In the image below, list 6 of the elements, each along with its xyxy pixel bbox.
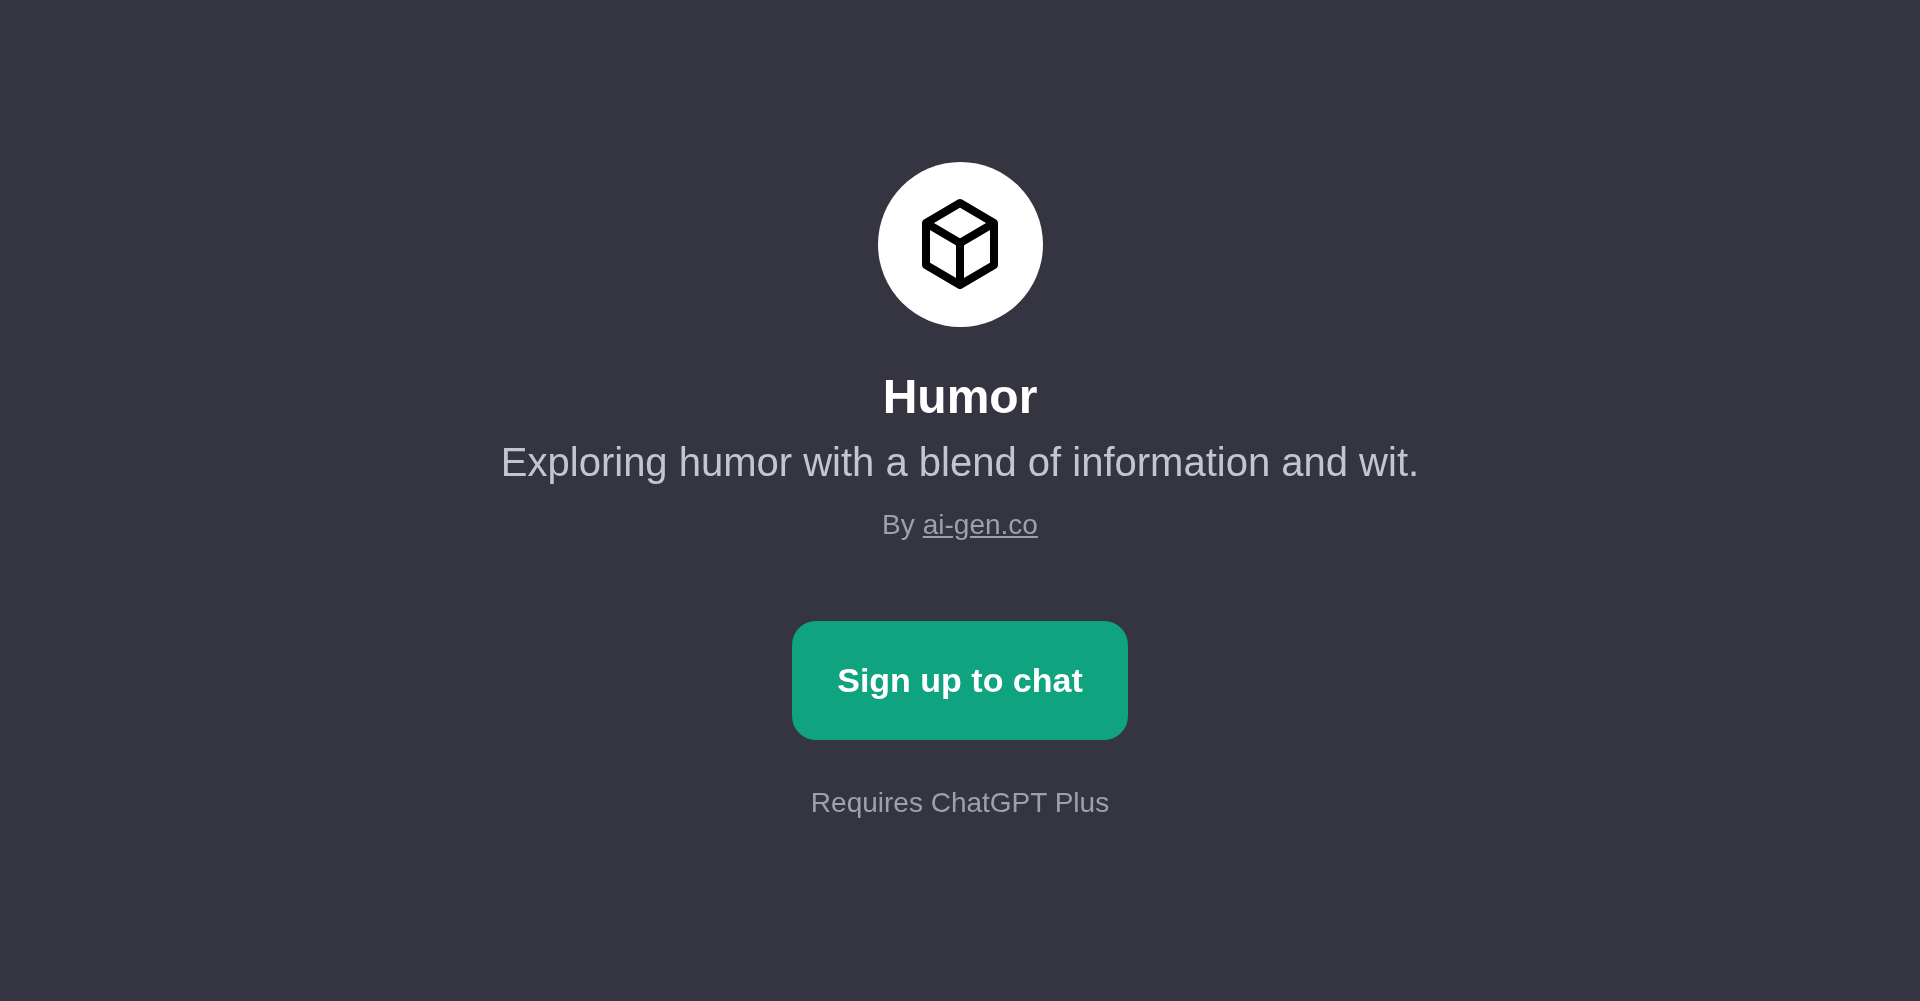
author-link[interactable]: ai-gen.co: [922, 504, 1038, 546]
gpt-description: Exploring humor with a blend of information and wit.: [500, 439, 1420, 486]
gpt-title: Humor: [882, 369, 1038, 425]
signup-button[interactable]: Sign up to chat: [792, 621, 1128, 740]
by-label: By: [882, 508, 915, 542]
requirement-note: Requires ChatGPT Plus: [810, 786, 1110, 820]
